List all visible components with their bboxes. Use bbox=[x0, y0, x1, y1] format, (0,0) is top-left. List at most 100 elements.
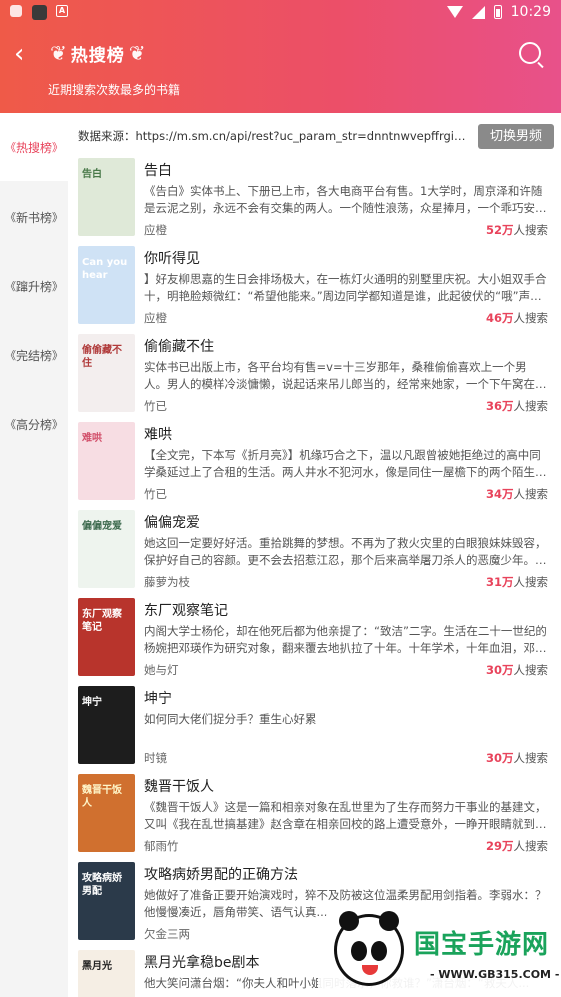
data-source-text: 数据来源：https://m.sm.cn/api/rest?uc_param_s… bbox=[78, 129, 468, 143]
book-item[interactable]: 坤宁 坤宁如何同大佬们捉分手？重生心好累 时镜 30万人搜索 bbox=[78, 686, 554, 774]
search-count: 46万人搜索 bbox=[486, 310, 548, 326]
wifi-icon bbox=[446, 6, 463, 18]
search-count-suffix: 人搜索 bbox=[513, 223, 549, 237]
book-item[interactable]: 偏偏宠爱 偏偏宠爱她这回一定要好好活。重拾跳舞的梦想。不再为了救火灾里的白眼狼妹妹… bbox=[78, 510, 554, 598]
book-cover-text: 东厂观察笔记 bbox=[82, 609, 122, 633]
book-description: 《告白》实体书上、下册已上市，各大电商平台有售。1大学时，周京泽和许随是云泥之别… bbox=[144, 184, 543, 215]
sidebar-item-hot[interactable]: 《热搜榜》 bbox=[0, 113, 68, 181]
book-item[interactable]: 东厂观察笔记 东厂观察笔记 内阁大学士杨伦，却在他死后都为他亲提了：“致洁”二字。生… bbox=[78, 598, 554, 686]
search-button[interactable] bbox=[519, 42, 541, 64]
book-cover-text: 黑月光 bbox=[82, 961, 112, 972]
book-cover-image: 告白 bbox=[78, 158, 135, 236]
sidebar-item-label: 完结榜 bbox=[15, 348, 52, 363]
book-title: 偷偷藏不住 bbox=[144, 339, 214, 355]
book-item[interactable]: 魏晋干饭人 魏晋干饭人 《魏晋干饭人》这是一篇和相亲对象在乱世里为了生存而努力干事业… bbox=[78, 774, 554, 862]
search-count: 30万人搜索 bbox=[486, 662, 548, 678]
search-count-suffix: 人搜索 bbox=[513, 487, 549, 501]
book-cover-text: 偏偏宠爱 bbox=[82, 521, 122, 532]
status-time: 10:29 bbox=[510, 4, 551, 20]
book-title: 魏晋干饭人 bbox=[144, 779, 214, 795]
panda-logo-icon bbox=[334, 911, 404, 986]
search-count-suffix: 人搜索 bbox=[513, 839, 549, 853]
sidebar-item-finished[interactable]: 《完结榜》 bbox=[0, 321, 68, 389]
book-item[interactable]: 难哄 难哄【全文完，下本写《折月亮》】机缘巧合之下，温以凡跟曾被她拒绝过的高中同学… bbox=[78, 422, 554, 510]
back-button[interactable]: ‹ bbox=[14, 40, 40, 68]
search-count: 31万人搜索 bbox=[486, 574, 548, 590]
watermark-url: - WWW.GB315.COM - bbox=[430, 968, 560, 981]
notification-icon bbox=[10, 5, 22, 17]
book-cover-text: Can you hear bbox=[82, 257, 128, 281]
book-description: 《魏晋干饭人》这是一篇和相亲对象在乱世里为了生存而努力干事业的基建文，又叫《我在… bbox=[144, 800, 547, 831]
sidebar-item-label: 热搜榜 bbox=[15, 140, 52, 155]
book-cover-text: 难哄 bbox=[82, 433, 102, 444]
status-bar: A 10:29 bbox=[0, 0, 561, 24]
book-title: 告白 bbox=[144, 163, 172, 179]
sidebar-item-label: 蹿升榜 bbox=[15, 279, 52, 294]
rank-sidebar: 《热搜榜》 《新书榜》 《蹿升榜》 《完结榜》 《高分榜》 bbox=[0, 113, 68, 997]
book-item[interactable]: Can you hear 你听得见】好友柳思嘉的生日会排场极大，在一栋灯火通明的别… bbox=[78, 246, 554, 334]
book-cover-image: 攻略病娇男配 bbox=[78, 862, 135, 940]
book-cover-text: 魏晋干饭人 bbox=[82, 785, 122, 809]
search-count: 52万人搜索 bbox=[486, 222, 548, 238]
book-author: 藤萝为枝 bbox=[144, 575, 190, 589]
laurel-left-icon: ❦ bbox=[50, 41, 67, 65]
book-author: 应橙 bbox=[144, 223, 167, 237]
sidebar-item-new[interactable]: 《新书榜》 bbox=[0, 183, 68, 251]
data-source-row: 数据来源：https://m.sm.cn/api/rest?uc_param_s… bbox=[78, 124, 554, 150]
switch-gender-button[interactable]: 切换男频 bbox=[478, 124, 554, 149]
search-count: 29万人搜索 bbox=[486, 838, 548, 854]
book-title: 偏偏宠爱 bbox=[144, 515, 200, 531]
sidebar-item-rising[interactable]: 《蹿升榜》 bbox=[0, 252, 68, 320]
book-item[interactable]: 偷偷藏不住 偷偷藏不住 实体书已出版上市，各平台均有售=v=十三岁那年，桑稚偷偷喜欢… bbox=[78, 334, 554, 422]
book-cover-image: Can you hear bbox=[78, 246, 135, 324]
page-title: 热搜榜 bbox=[70, 45, 125, 66]
book-description: 】好友柳思嘉的生日会排场极大，在一栋灯火通明的别墅里庆祝。大小姐双手合十，明艳脸… bbox=[144, 272, 547, 303]
search-count-number: 46万 bbox=[485, 311, 514, 325]
book-description: 实体书已出版上市，各平台均有售=v=十三岁那年，桑稚偷偷喜欢上一个男人。男人的模… bbox=[144, 360, 547, 391]
sidebar-item-top-rated[interactable]: 《高分榜》 bbox=[0, 390, 68, 458]
signal-icon bbox=[471, 5, 485, 19]
book-author: 欠金三两 bbox=[144, 927, 190, 941]
book-title: 东厂观察笔记 bbox=[144, 603, 228, 619]
sidebar-item-label: 新书榜 bbox=[15, 210, 52, 225]
book-cover-text: 坤宁 bbox=[82, 697, 102, 708]
laurel-right-icon: ❦ bbox=[128, 41, 146, 65]
book-cover-image: 偏偏宠爱 bbox=[78, 510, 135, 588]
book-item[interactable]: 告白 告白 《告白》实体书上、下册已上市，各大电商平台有售。1大学时，周京泽和许随是… bbox=[78, 158, 554, 246]
search-count-number: 52万 bbox=[485, 223, 514, 237]
battery-icon bbox=[493, 5, 502, 19]
search-count-number: 36万 bbox=[485, 399, 514, 413]
book-author: 时镜 bbox=[144, 751, 167, 765]
search-count-suffix: 人搜索 bbox=[513, 751, 549, 765]
search-count: 30万人搜索 bbox=[486, 750, 548, 766]
book-author: 竹已 bbox=[144, 487, 167, 501]
site-watermark: 国宝手游网 - WWW.GB315.COM - bbox=[318, 906, 561, 997]
search-count-number: 30万 bbox=[485, 751, 514, 765]
search-count-suffix: 人搜索 bbox=[513, 311, 549, 325]
book-title: 坤宁 bbox=[144, 691, 172, 707]
search-count-number: 31万 bbox=[485, 575, 514, 589]
book-title: 你听得见 bbox=[144, 251, 200, 267]
book-cover-text: 偷偷藏不住 bbox=[82, 345, 122, 369]
book-cover-image: 东厂观察笔记 bbox=[78, 598, 135, 676]
book-description: 如何同大佬们捉分手？重生心好累 bbox=[144, 712, 317, 726]
search-count-number: 29万 bbox=[485, 839, 514, 853]
app-header: A 10:29 ‹ ❦ 热搜榜 ❦ 近期搜索次数最多的书籍 bbox=[0, 0, 561, 113]
book-author: 郁雨竹 bbox=[144, 839, 179, 853]
book-cover-image: 坤宁 bbox=[78, 686, 135, 764]
watermark-brand: 国宝手游网 bbox=[414, 930, 550, 960]
book-description: 她这回一定要好好活。重拾跳舞的梦想。不再为了救火灾里的白眼狼妹妹毁容，保护好自己… bbox=[144, 536, 547, 567]
app-notification-icon bbox=[32, 5, 47, 20]
book-title: 难哄 bbox=[144, 427, 172, 443]
book-author: 竹已 bbox=[144, 399, 167, 413]
chevron-left-icon: ‹ bbox=[14, 39, 25, 69]
book-cover-image: 魏晋干饭人 bbox=[78, 774, 135, 852]
book-author: 应橙 bbox=[144, 311, 167, 325]
search-count-suffix: 人搜索 bbox=[513, 399, 549, 413]
sidebar-item-label: 高分榜 bbox=[15, 417, 52, 432]
search-count-suffix: 人搜索 bbox=[513, 575, 549, 589]
search-count-suffix: 人搜索 bbox=[513, 663, 549, 677]
book-title: 攻略病娇男配的正确方法 bbox=[144, 867, 298, 883]
book-description: 【全文完，下本写《折月亮》】机缘巧合之下，温以凡跟曾被她拒绝过的高中同学桑延过上… bbox=[144, 448, 541, 479]
page-subtitle: 近期搜索次数最多的书籍 bbox=[48, 83, 181, 97]
